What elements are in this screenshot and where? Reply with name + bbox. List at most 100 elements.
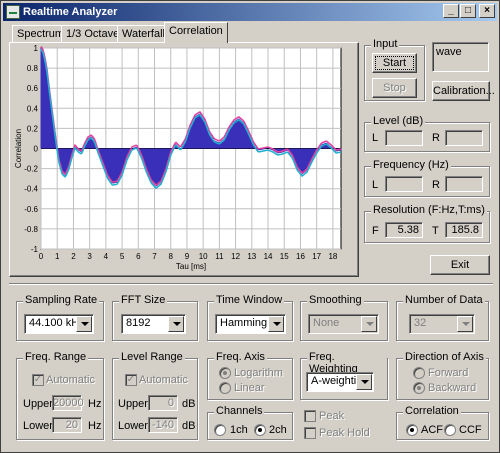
correlation-acf-radio[interactable] (406, 424, 418, 436)
level-range-automatic-label: Automatic (139, 374, 188, 386)
time-window-select[interactable]: Hamming (215, 314, 286, 334)
level-range-lower-unit: dB (182, 420, 196, 432)
tab-third-octave[interactable]: 1/3 Octave (61, 25, 125, 43)
x-tick-label: 6 (136, 252, 141, 261)
time-window-value: Hamming (220, 317, 268, 329)
chevron-down-icon[interactable] (361, 316, 377, 332)
tab-waterfall[interactable]: Waterfall (117, 25, 170, 43)
level-range-lower-label: Lower (118, 420, 148, 432)
x-tick-label: 11 (215, 252, 224, 261)
calibration-button[interactable]: Calibration... (432, 81, 495, 101)
x-tick-label: 16 (296, 252, 305, 261)
maximize-button[interactable]: □ (460, 4, 476, 18)
peak-hold-label: Peak Hold (319, 427, 370, 439)
channels-2ch-radio[interactable] (254, 424, 266, 436)
level-range-legend: Level Range (119, 351, 185, 363)
direction-backward-label: Backward (428, 382, 477, 394)
level-r-field (445, 130, 483, 146)
resolution-t-label: T (432, 225, 439, 237)
close-button[interactable]: × (479, 4, 495, 18)
x-tick-label: 9 (185, 252, 190, 261)
number-of-data-select[interactable]: 32 (409, 314, 475, 334)
x-tick-label: 10 (199, 252, 208, 261)
freq-range-lower-field[interactable]: 20 (52, 417, 82, 433)
title-bar[interactable]: Realtime Analyzer (3, 3, 497, 21)
tab-correlation[interactable]: Correlation (164, 22, 228, 43)
x-tick-label: 17 (312, 252, 321, 261)
correlation-ccf-radio[interactable] (444, 424, 456, 436)
x-tick-label: 0 (39, 252, 44, 261)
freq-range-automatic-checkbox[interactable]: ✓ (32, 374, 44, 386)
chevron-down-icon[interactable] (356, 374, 372, 390)
minimize-button[interactable]: _ (443, 4, 459, 18)
y-tick-label: -0.2 (24, 165, 38, 174)
freq-axis-linear-radio[interactable] (219, 382, 231, 394)
resolution-f-label: F (372, 225, 379, 237)
y-tick-label: 0.8 (27, 64, 39, 73)
x-tick-label: 18 (328, 252, 337, 261)
level-range-upper-unit: dB (182, 398, 196, 410)
chevron-down-icon[interactable] (76, 316, 92, 332)
resolution-group-legend: Resolution (F:Hz,T:ms) (371, 204, 487, 216)
chevron-down-icon[interactable] (268, 316, 284, 332)
smoothing-legend: Smoothing (307, 294, 364, 306)
x-tick-label: 8 (169, 252, 174, 261)
freq-axis-logarithm-label: Logarithm (234, 367, 283, 379)
chevron-down-icon[interactable] (457, 316, 473, 332)
freq-axis-logarithm-radio[interactable] (219, 367, 231, 379)
freq-weighting-select[interactable]: A-weighting (306, 372, 374, 392)
stop-button[interactable]: Stop (372, 78, 417, 98)
level-range-upper-field[interactable]: 0 (148, 395, 178, 411)
y-tick-label: 0.2 (27, 124, 39, 133)
x-axis-label: Tau [ms] (176, 262, 206, 271)
correlation-mode-legend: Correlation (403, 405, 461, 417)
freq-range-lower-unit: Hz (88, 420, 102, 432)
correlation-acf-label: ACF (421, 424, 443, 436)
freq-range-upper-label: Upper (23, 398, 53, 410)
fft-size-select[interactable]: 8192 (121, 314, 186, 334)
freq-range-upper-field[interactable]: 20000 (52, 395, 84, 411)
exit-button[interactable]: Exit (430, 255, 490, 275)
direction-backward-radio[interactable] (413, 382, 425, 394)
fft-size-value: 8192 (126, 317, 151, 329)
direction-forward-radio[interactable] (413, 367, 425, 379)
app-window: Realtime Analyzer _ □ × Spectrum 1/3 Oct… (0, 0, 500, 453)
smoothing-select[interactable]: None (308, 314, 379, 334)
sampling-rate-select[interactable]: 44.100 kHz (24, 314, 94, 334)
peak-hold-checkbox[interactable] (304, 427, 316, 439)
x-tick-label: 15 (280, 252, 289, 261)
direction-forward-label: Forward (428, 367, 469, 379)
freq-range-upper-unit: Hz (88, 398, 102, 410)
freq-axis-legend: Freq. Axis (214, 351, 267, 363)
y-tick-label: 0.4 (27, 104, 39, 113)
frequency-l-label: L (372, 179, 379, 191)
x-tick-label: 5 (120, 252, 125, 261)
y-tick-label: -0.4 (24, 185, 38, 194)
x-tick-label: 13 (247, 252, 256, 261)
freq-range-lower-label: Lower (23, 420, 53, 432)
number-of-data-value: 32 (414, 317, 427, 329)
y-tick-label: -0.8 (24, 225, 38, 234)
freq-range-automatic-label: Automatic (46, 374, 95, 386)
start-button[interactable]: Start (372, 53, 417, 73)
level-group-legend: Level (dB) (371, 115, 426, 127)
level-r-label: R (432, 132, 440, 144)
y-tick-label: 0.6 (27, 84, 39, 93)
channels-1ch-label: 1ch (230, 424, 248, 436)
channels-1ch-radio[interactable] (214, 424, 226, 436)
source-display: wave (432, 42, 489, 72)
x-tick-label: 14 (264, 252, 273, 261)
level-range-automatic-checkbox[interactable]: ✓ (125, 374, 137, 386)
correlation-ccf-label: CCF (459, 424, 482, 436)
x-tick-label: 2 (71, 252, 76, 261)
level-range-lower-field[interactable]: -140 (148, 417, 178, 433)
x-tick-label: 4 (104, 252, 109, 261)
window-title: Realtime Analyzer (23, 6, 118, 18)
level-l-field (385, 130, 423, 146)
time-window-legend: Time Window (214, 294, 285, 306)
level-range-upper-label: Upper (118, 398, 148, 410)
chevron-down-icon[interactable] (168, 316, 184, 332)
correlation-chart: 0 1 2 3 4 5 6 7 8 9 10 11 12 13 14 15 16 17 1810.80.60.40.… (14, 44, 342, 271)
frequency-l-field (385, 176, 423, 192)
peak-checkbox[interactable] (304, 410, 316, 422)
